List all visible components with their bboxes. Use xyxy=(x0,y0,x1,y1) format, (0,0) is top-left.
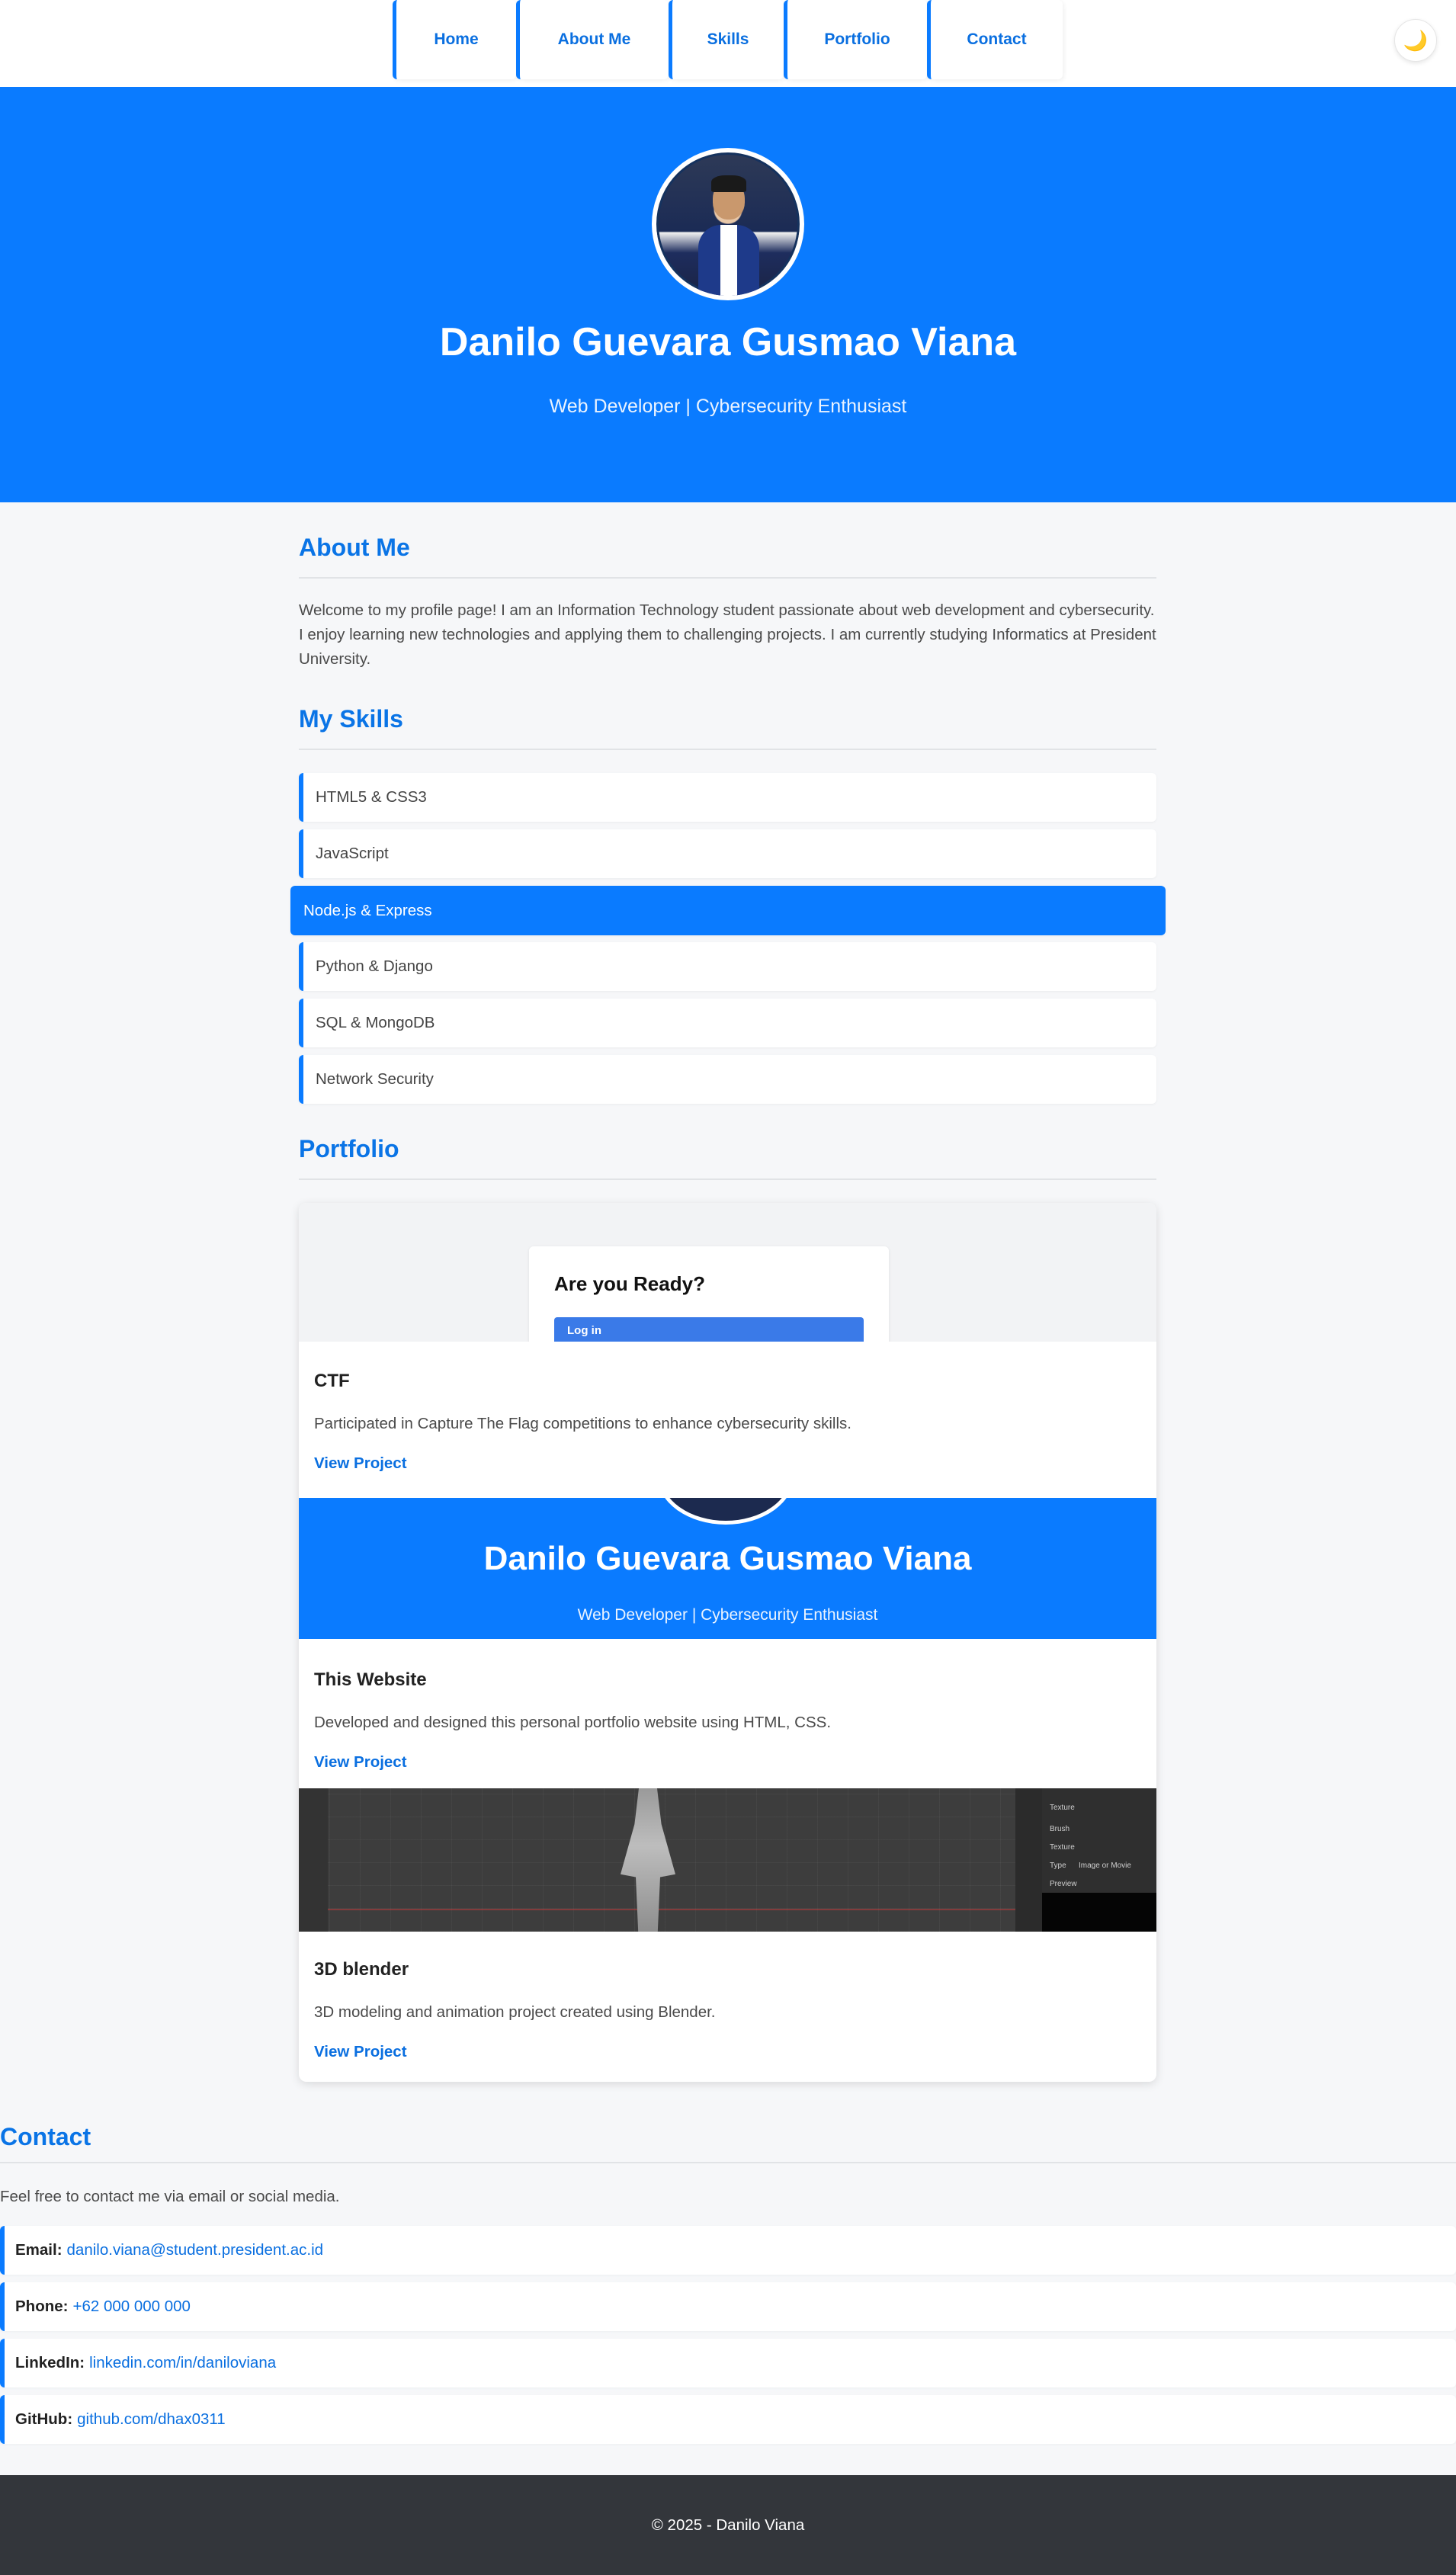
contact-label: LinkedIn: xyxy=(15,2354,85,2371)
contact-title: Contact xyxy=(0,2123,91,2150)
contact-label: Email: xyxy=(15,2241,63,2259)
contact-intro: Feel free to contact me via email or soc… xyxy=(0,2188,340,2205)
panel-label: Image or Movie xyxy=(1079,1862,1131,1870)
project-description: Participated in Capture The Flag competi… xyxy=(314,1415,851,1432)
nav-link-about[interactable]: About Me xyxy=(516,0,669,79)
project-preview-ctf[interactable]: Are you Ready? Log in xyxy=(299,1203,1156,1342)
project-title: This Website xyxy=(314,1669,427,1690)
panel-label: Preview xyxy=(1050,1880,1077,1888)
email-link[interactable]: danilo.viana@student.president.ac.id xyxy=(67,2241,324,2259)
view-project-link[interactable]: View Project xyxy=(314,1454,407,1473)
project-preview-blender[interactable]: Texture Brush Texture Type Image or Movi… xyxy=(299,1788,1156,1932)
page-footer: © 2025 - Danilo Viana xyxy=(0,2475,1456,2575)
phone-link[interactable]: +62 000 000 000 xyxy=(72,2298,190,2316)
skill-item[interactable]: Python & Django xyxy=(299,942,1156,991)
contact-github: GitHub: github.com/dhax0311 xyxy=(0,2395,1456,2444)
portfolio-list: Are you Ready? Log in CTF Participated i… xyxy=(299,1203,1156,2082)
hero-role: Web Developer | Cybersecurity Enthusiast xyxy=(549,396,907,417)
skills-divider xyxy=(299,749,1156,750)
skill-item[interactable]: SQL & MongoDB xyxy=(299,999,1156,1047)
top-navbar: Home About Me Skills Portfolio Contact 🌙 xyxy=(0,0,1456,87)
project-description: Developed and designed this personal por… xyxy=(314,1714,832,1731)
blender-preview-area xyxy=(1042,1893,1156,1932)
view-project-link[interactable]: View Project xyxy=(314,1753,407,1772)
about-divider xyxy=(299,577,1156,579)
hero-banner: Danilo Guevara Gusmao Viana Web Develope… xyxy=(0,87,1456,502)
linkedin-link[interactable]: linkedin.com/in/daniloviana xyxy=(89,2354,276,2372)
preview-name: Danilo Guevara Gusmao Viana xyxy=(483,1540,972,1577)
about-text: Welcome to my profile page! I am an Info… xyxy=(299,601,1156,668)
project-description: 3D modeling and animation project create… xyxy=(314,2003,716,2021)
preview-login-card: Are you Ready? Log in xyxy=(529,1246,889,1342)
nav-links: Home About Me Skills Portfolio Contact xyxy=(393,0,1063,79)
preview-role: Web Developer | Cybersecurity Enthusiast xyxy=(577,1606,878,1624)
blender-panel-icons xyxy=(1015,1788,1042,1932)
project-preview-website[interactable]: Danilo Guevara Gusmao Viana Web Develope… xyxy=(299,1498,1156,1639)
panel-label: Type xyxy=(1050,1862,1066,1870)
skill-item[interactable]: Network Security xyxy=(299,1055,1156,1104)
theme-toggle-button[interactable]: 🌙 xyxy=(1394,19,1437,62)
skills-title: My Skills xyxy=(299,705,403,733)
skill-item[interactable]: HTML5 & CSS3 xyxy=(299,773,1156,822)
portfolio-divider xyxy=(299,1178,1156,1180)
blender-toolbar xyxy=(299,1788,328,1932)
skill-item[interactable]: JavaScript xyxy=(299,829,1156,878)
view-project-link[interactable]: View Project xyxy=(314,2043,407,2061)
panel-label: Texture xyxy=(1050,1843,1075,1852)
contact-label: GitHub: xyxy=(15,2410,73,2428)
nav-link-skills[interactable]: Skills xyxy=(669,0,784,79)
nav-link-portfolio[interactable]: Portfolio xyxy=(784,0,927,79)
github-link[interactable]: github.com/dhax0311 xyxy=(77,2410,226,2429)
hero-name: Danilo Guevara Gusmao Viana xyxy=(439,320,1017,364)
contact-email: Email: danilo.viana@student.president.ac… xyxy=(0,2226,1456,2275)
project-title: CTF xyxy=(314,1371,350,1391)
profile-avatar xyxy=(652,148,804,300)
contact-label: Phone: xyxy=(15,2298,69,2315)
contact-phone: Phone: +62 000 000 000 xyxy=(0,2282,1456,2331)
nav-link-contact[interactable]: Contact xyxy=(927,0,1063,79)
moon-icon: 🌙 xyxy=(1403,28,1429,52)
panel-label: Texture xyxy=(1050,1804,1075,1812)
nav-link-home[interactable]: Home xyxy=(393,0,516,79)
preview-avatar xyxy=(657,1498,794,1525)
preview-heading: Are you Ready? xyxy=(554,1272,705,1295)
skill-item-active[interactable]: Node.js & Express xyxy=(290,886,1166,935)
preview-login-button: Log in xyxy=(554,1317,864,1342)
footer-copyright: © 2025 - Danilo Viana xyxy=(651,2516,805,2534)
about-title: About Me xyxy=(299,534,410,561)
contact-linkedin: LinkedIn: linkedin.com/in/daniloviana xyxy=(0,2339,1456,2387)
contact-divider xyxy=(0,2162,1456,2163)
panel-label: Brush xyxy=(1050,1825,1070,1833)
project-title: 3D blender xyxy=(314,1959,409,1980)
portfolio-title: Portfolio xyxy=(299,1135,399,1162)
